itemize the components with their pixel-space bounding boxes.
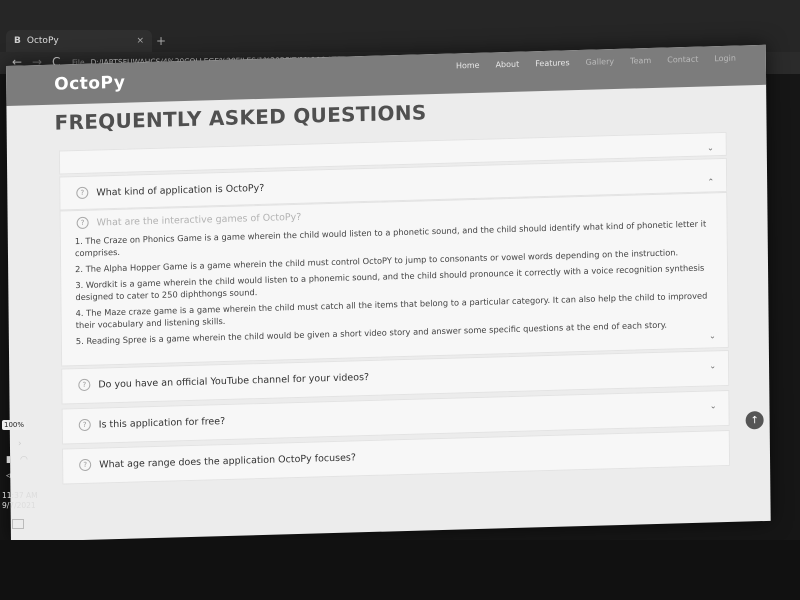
browser-tab-bar: B OctoPy × +: [0, 0, 800, 52]
nav-link-home[interactable]: Home: [456, 61, 480, 71]
chevron-down-icon: ⌄: [709, 331, 716, 341]
faq-question-text: Is this application for free?: [98, 415, 226, 431]
chevron-down-icon: ⌄: [709, 401, 717, 411]
clock-time[interactable]: 11:37 AM: [2, 491, 38, 500]
web-page: OctoPy Home About Features Gallery Team …: [6, 44, 771, 543]
chevron-down-icon: ⌄: [707, 143, 714, 153]
notification-icon[interactable]: [12, 519, 24, 529]
nav-link-contact[interactable]: Contact: [667, 55, 698, 65]
nav-link-gallery[interactable]: Gallery: [586, 57, 615, 67]
question-icon: ?: [76, 216, 89, 230]
faq-question-text: What kind of application is OctoPy?: [96, 182, 265, 199]
nav-links: Home About Features Gallery Team Contact…: [456, 54, 736, 71]
zoom-level: 100%: [2, 420, 27, 430]
speaker-icon[interactable]: ◃: [6, 471, 11, 481]
clock-date[interactable]: 9/7/2021: [2, 501, 36, 510]
question-icon: ?: [78, 418, 91, 432]
nav-link-features[interactable]: Features: [535, 58, 569, 68]
nav-link-team[interactable]: Team: [630, 56, 651, 66]
chevron-down-icon: ⌄: [709, 361, 717, 371]
tab-close-icon[interactable]: ×: [136, 36, 144, 46]
nav-link-about[interactable]: About: [496, 60, 520, 70]
microphone-icon[interactable]: ▮: [6, 455, 11, 465]
arrow-up-icon: ↑: [750, 414, 759, 426]
laptop-body: [0, 540, 800, 600]
windows-taskbar: 100% › ▮ ◠ ◃ 11:37 AM 9/7/2021: [0, 405, 44, 545]
faq-question-text: What age range does the application Octo…: [99, 451, 356, 471]
site-logo[interactable]: OctoPy: [54, 73, 125, 95]
faq-title: FREQUENTLY ASKED QUESTIONS: [54, 100, 427, 135]
tab-title: OctoPy: [26, 36, 59, 46]
nav-link-login[interactable]: Login: [714, 54, 736, 64]
tab-favicon-icon: B: [14, 36, 21, 46]
screen-frame: B OctoPy × + ← → C File D:/IARTSFUWAHCS/…: [0, 0, 800, 600]
question-icon: ?: [78, 378, 91, 392]
new-tab-button[interactable]: +: [156, 34, 166, 48]
faq-item-games-expanded[interactable]: ? What are the interactive games of Octo…: [59, 191, 729, 367]
question-icon: ?: [76, 186, 89, 200]
question-icon: ?: [79, 458, 92, 472]
answer-list: 1. The Craze on Phonics Game is a game w…: [61, 217, 728, 360]
chevron-up-icon: ⌃: [707, 177, 715, 187]
faq-question-text: Do you have an official YouTube channel …: [98, 371, 370, 391]
faq-question-text: What are the interactive games of OctoPy…: [96, 211, 302, 229]
wifi-icon[interactable]: ◠: [20, 455, 28, 465]
scroll-to-top-button[interactable]: ↑: [745, 410, 764, 430]
browser-tab[interactable]: B OctoPy ×: [6, 30, 152, 52]
chevron-right-icon[interactable]: ›: [18, 439, 22, 449]
